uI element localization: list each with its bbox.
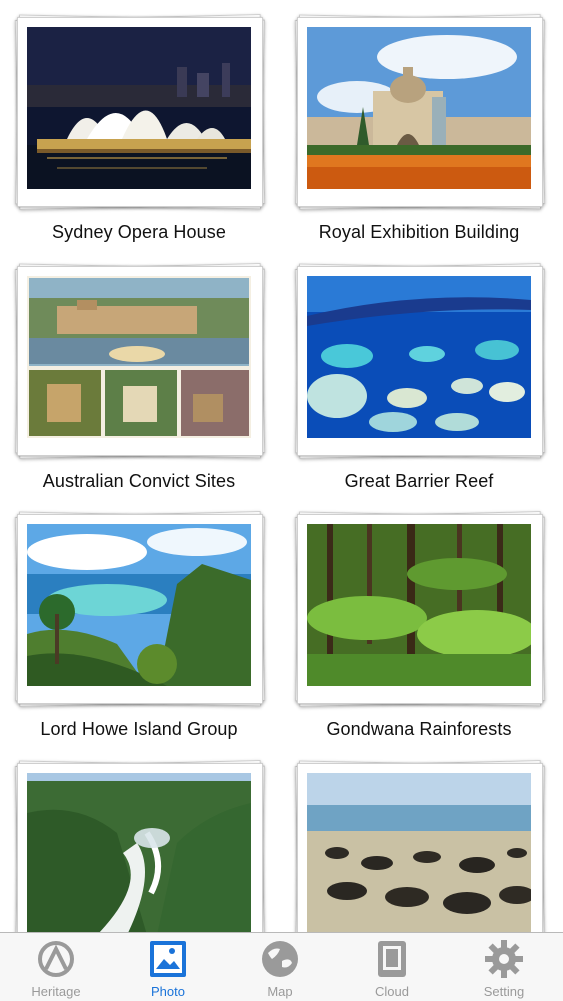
item-caption: Great Barrier Reef xyxy=(344,471,494,491)
tab-heritage[interactable]: Heritage xyxy=(0,933,112,1001)
royal-exhibition-building-photo xyxy=(307,27,531,189)
photo-frame xyxy=(14,263,266,459)
photo-frame xyxy=(14,511,266,707)
photo-icon xyxy=(148,939,188,979)
photo-grid: Sydney Opera House Royal Exhibition Buil… xyxy=(0,0,563,932)
grid-item-royal-exhibition-building[interactable]: Royal Exhibition Building xyxy=(294,14,546,254)
photo-frame xyxy=(14,14,266,210)
grid-item-lord-howe-island-group[interactable]: Lord Howe Island Group xyxy=(14,511,266,751)
photo-frame xyxy=(14,760,266,932)
photo-frame xyxy=(294,760,546,932)
grid-item-sydney-opera-house[interactable]: Sydney Opera House xyxy=(14,14,266,254)
photo-frame xyxy=(294,263,546,459)
great-barrier-reef-photo xyxy=(307,276,531,438)
grid-item-waterfall[interactable] xyxy=(14,760,266,932)
photo-frame xyxy=(294,511,546,707)
australian-convict-sites-photo xyxy=(27,276,251,438)
tab-cloud[interactable]: Cloud xyxy=(336,933,448,1001)
grid-item-gondwana-rainforests[interactable]: Gondwana Rainforests xyxy=(294,511,546,751)
grid-item-shoreline[interactable] xyxy=(294,760,546,932)
grid-item-australian-convict-sites[interactable]: Australian Convict Sites xyxy=(14,263,266,503)
photo-frame xyxy=(294,14,546,210)
tab-setting[interactable]: Setting xyxy=(448,933,560,1001)
tab-map[interactable]: Map xyxy=(224,933,336,1001)
waterfall-rainforest-photo xyxy=(27,773,251,932)
globe-icon xyxy=(260,939,300,979)
sydney-opera-house-photo xyxy=(27,27,251,189)
stromatolites-shoreline-photo xyxy=(307,773,531,932)
item-caption: Australian Convict Sites xyxy=(42,471,236,491)
lord-howe-island-photo xyxy=(27,524,251,686)
tab-label: Map xyxy=(267,984,293,999)
grid-item-great-barrier-reef[interactable]: Great Barrier Reef xyxy=(294,263,546,503)
tab-photo[interactable]: Photo xyxy=(112,933,224,1001)
tab-label: Heritage xyxy=(31,984,81,999)
item-caption: Sydney Opera House xyxy=(52,222,226,242)
item-caption: Gondwana Rainforests xyxy=(326,719,512,739)
heritage-icon xyxy=(36,939,76,979)
tab-label: Cloud xyxy=(375,984,409,999)
tab-label: Setting xyxy=(483,984,525,999)
item-caption: Royal Exhibition Building xyxy=(318,222,520,242)
gear-icon xyxy=(484,939,524,979)
tab-label: Photo xyxy=(151,984,185,999)
item-caption: Lord Howe Island Group xyxy=(40,719,238,739)
cloud-icon xyxy=(372,939,412,979)
tab-bar: Heritage Photo Map Cloud Setting xyxy=(0,932,563,1001)
gondwana-rainforests-photo xyxy=(307,524,531,686)
